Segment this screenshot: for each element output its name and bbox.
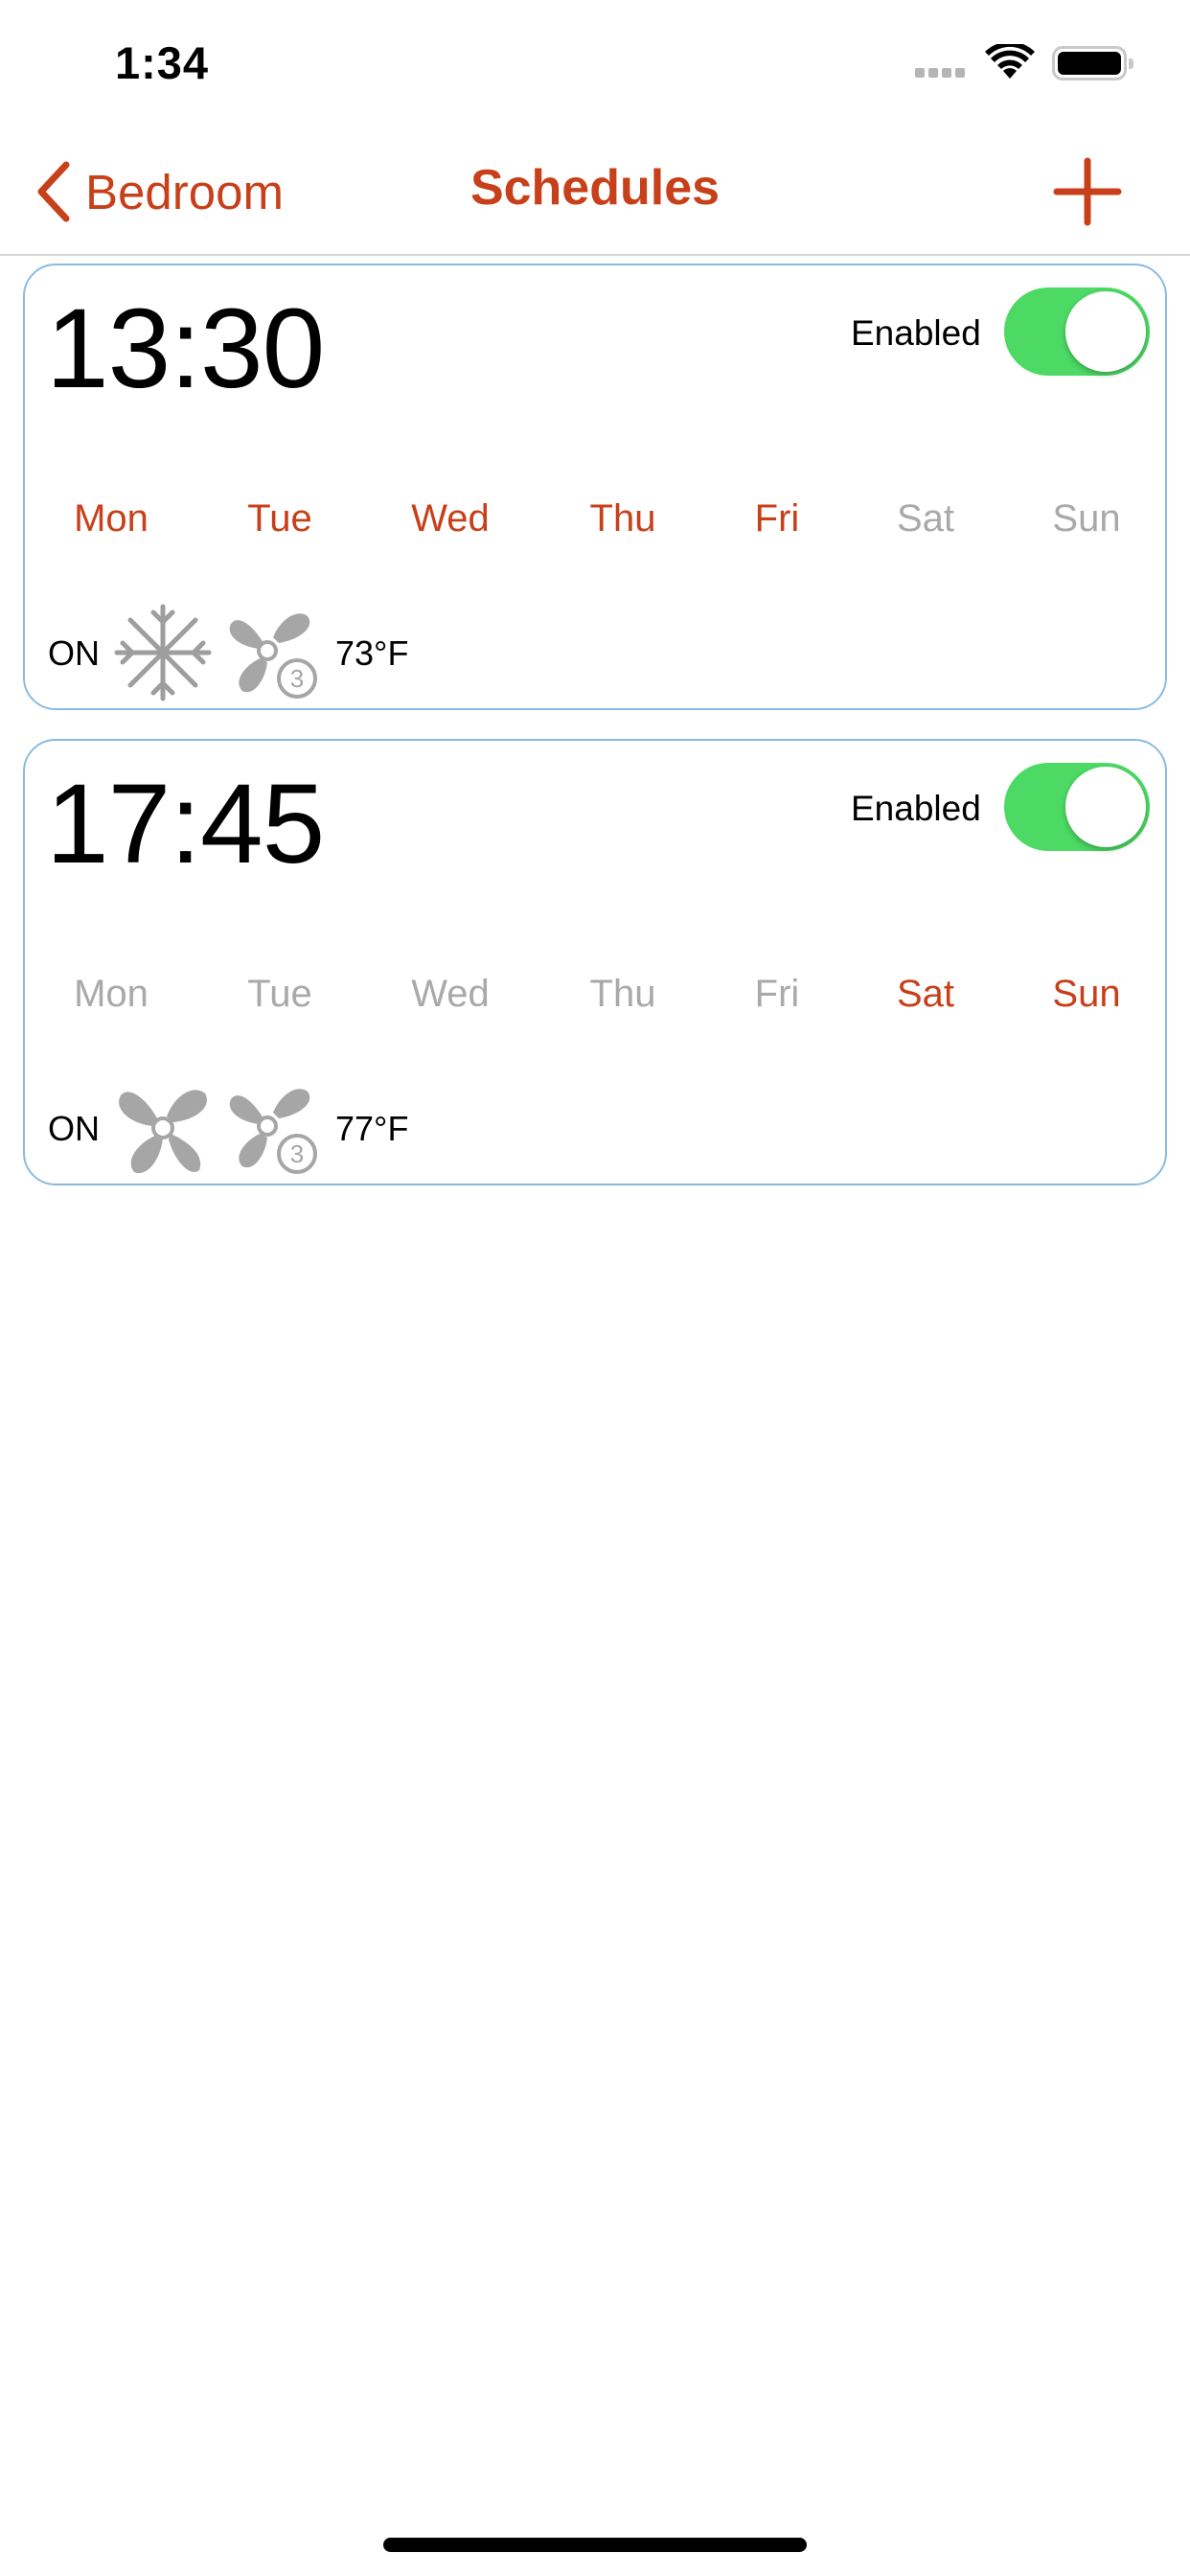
schedule-card[interactable]: 13:30 Enabled Mon Tue Wed Thu Fri Sat Su… — [23, 264, 1167, 710]
fan-level: 3 — [290, 1139, 304, 1168]
plus-icon[interactable] — [1049, 153, 1126, 230]
day-thu[interactable]: Thu — [590, 497, 656, 540]
day-sun[interactable]: Sun — [1052, 973, 1120, 1016]
cellular-signal-icon — [915, 65, 969, 82]
schedule-time: 17:45 — [46, 761, 325, 887]
status-bar: 1:34 — [0, 0, 1190, 129]
day-wed[interactable]: Wed — [411, 973, 490, 1016]
day-tue[interactable]: Tue — [247, 973, 311, 1016]
day-mon[interactable]: Mon — [74, 973, 149, 1016]
day-sun[interactable]: Sun — [1052, 497, 1120, 540]
temperature: 73°F — [335, 633, 409, 673]
day-wed[interactable]: Wed — [411, 497, 490, 540]
page-title: Schedules — [469, 160, 721, 216]
fan-speed-3-icon: 3 — [229, 613, 317, 699]
day-fri[interactable]: Fri — [755, 497, 800, 540]
wifi-icon — [985, 44, 1035, 79]
day-sat[interactable]: Sat — [897, 973, 954, 1016]
enabled-label: Enabled — [851, 789, 981, 828]
day-tue[interactable]: Tue — [247, 497, 311, 540]
weekday-row: Mon Tue Wed Thu Fri Sat Sun — [25, 497, 1165, 555]
power-state: ON — [48, 1109, 100, 1148]
enabled-label: Enabled — [851, 313, 981, 353]
snowflake-icon — [114, 604, 212, 702]
home-indicator[interactable] — [383, 2538, 807, 2552]
day-fri[interactable]: Fri — [755, 973, 800, 1016]
day-sat[interactable]: Sat — [897, 497, 954, 540]
schedule-card[interactable]: 17:45 Enabled Mon Tue Wed Thu Fri Sat Su… — [23, 739, 1167, 1185]
battery-icon — [1052, 46, 1133, 80]
weekday-row: Mon Tue Wed Thu Fri Sat Sun — [25, 973, 1165, 1030]
enabled-toggle[interactable] — [1004, 763, 1150, 851]
settings-row: ON 3 77°F — [25, 1078, 1165, 1184]
enabled-toggle[interactable] — [1004, 288, 1150, 376]
fan-speed-3-icon: 3 — [229, 1089, 317, 1174]
schedule-time: 13:30 — [46, 286, 325, 412]
fan-mode-icon — [119, 1090, 207, 1174]
temperature: 77°F — [335, 1109, 409, 1148]
navigation-bar: Bedroom Schedules — [0, 129, 1190, 256]
settings-row: ON 3 73°F — [25, 603, 1165, 708]
day-mon[interactable]: Mon — [74, 497, 149, 540]
status-time: 1:34 — [115, 37, 210, 88]
day-thu[interactable]: Thu — [590, 973, 656, 1016]
fan-level: 3 — [290, 664, 304, 693]
power-state: ON — [48, 633, 100, 673]
